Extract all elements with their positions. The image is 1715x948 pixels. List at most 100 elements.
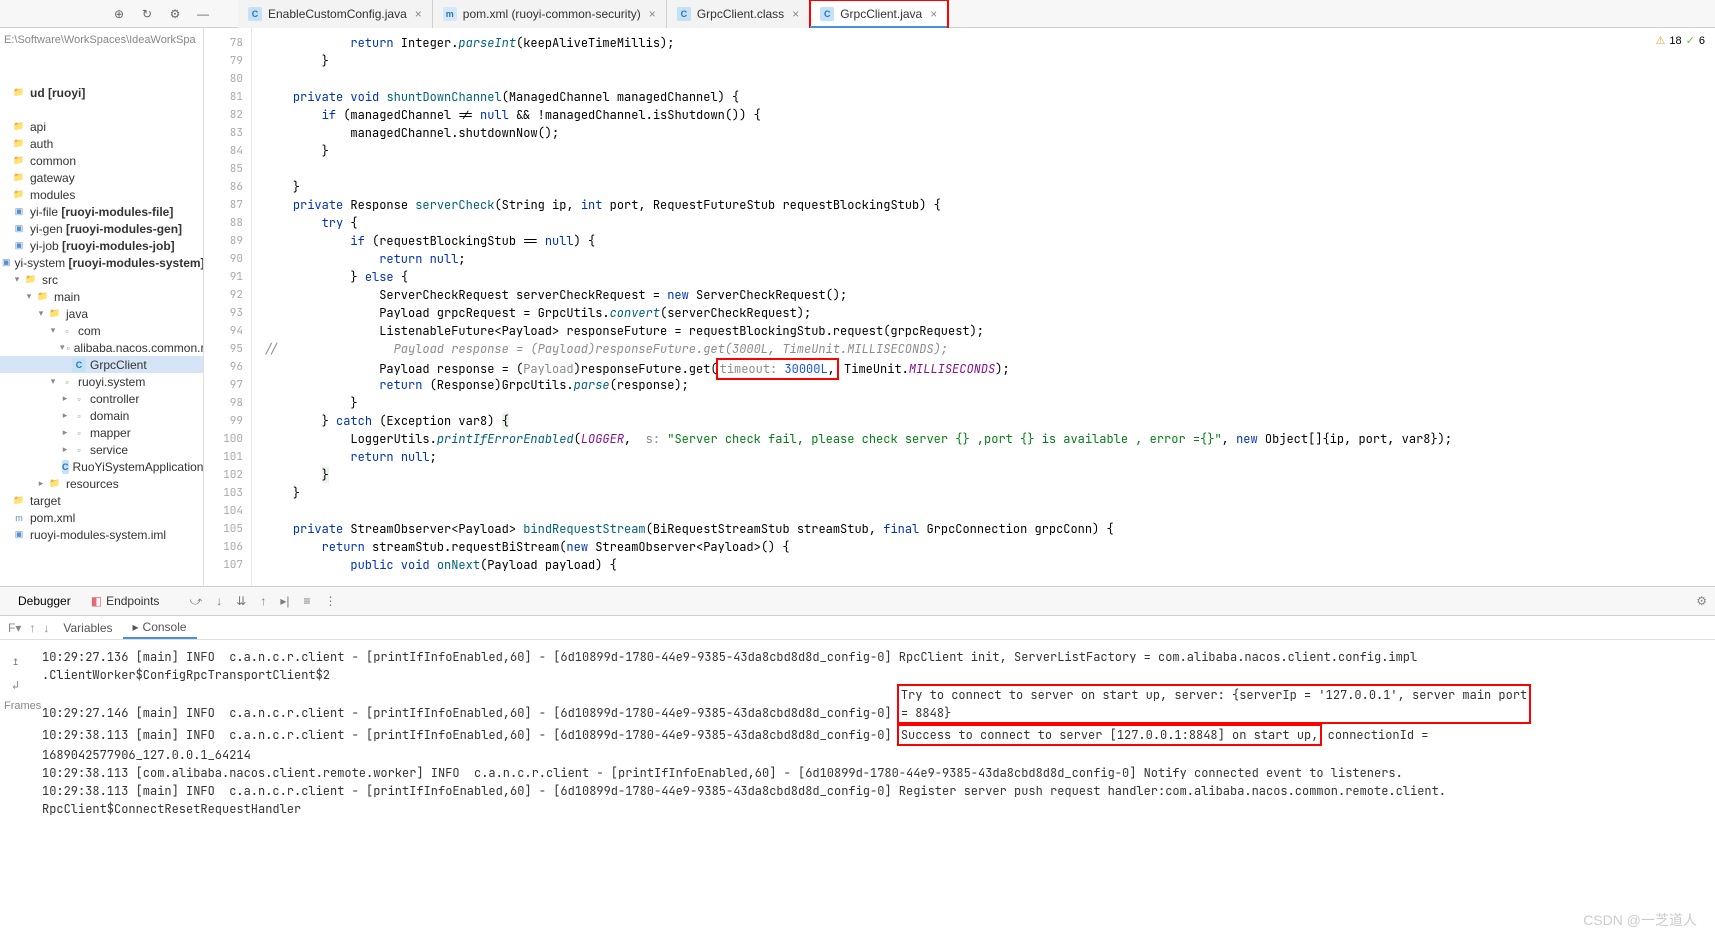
tree-row[interactable] — [0, 101, 203, 118]
code-line[interactable] — [264, 70, 1715, 88]
frames-dropdown[interactable]: F ▾ — [4, 616, 25, 639]
step-out-icon[interactable]: ↑ — [260, 594, 266, 609]
code-line[interactable]: private void shuntDownChannel(ManagedCha… — [264, 88, 1715, 106]
tree-row[interactable]: 📁auth — [0, 135, 203, 152]
tree-row[interactable]: 📁modules — [0, 186, 203, 203]
expand-icon[interactable]: ▸ — [36, 478, 46, 489]
run-to-cursor-icon[interactable]: ▸| — [280, 594, 289, 609]
console-output[interactable]: ↥ ↲ 10:29:27.136 [main] INFO c.a.n.c.r.c… — [0, 640, 1715, 826]
code-line[interactable]: // Payload response = (Payload)responseF… — [264, 340, 1715, 358]
line-number[interactable]: 102 — [204, 466, 251, 484]
code-line[interactable]: } — [264, 484, 1715, 502]
close-icon[interactable]: × — [649, 7, 656, 21]
tree-row[interactable]: ▣yi-gen [ruoyi-modules-gen] — [0, 220, 203, 237]
line-number[interactable]: 80 — [204, 70, 251, 88]
tree-row[interactable]: ▾📁java — [0, 305, 203, 322]
expand-icon[interactable]: ▸ — [60, 444, 70, 455]
step-into-icon[interactable]: ↓ — [216, 594, 222, 609]
code-line[interactable]: } — [264, 178, 1715, 196]
gear-icon[interactable]: ⚙ — [166, 5, 184, 23]
soft-wrap-icon[interactable]: ↲ — [12, 676, 42, 694]
expand-icon[interactable]: ▸ — [60, 410, 70, 421]
line-number[interactable]: 100 — [204, 430, 251, 448]
tree-row[interactable]: CRuoYiSystemApplication — [0, 458, 203, 475]
line-number[interactable]: 106 — [204, 538, 251, 556]
refresh-icon[interactable]: ↻ — [138, 5, 156, 23]
tree-row[interactable]: 📁common — [0, 152, 203, 169]
code-line[interactable]: LoggerUtils.printIfErrorEnabled(LOGGER, … — [264, 430, 1715, 448]
variables-subtab[interactable]: Variables — [53, 616, 122, 639]
line-number[interactable]: 91 — [204, 268, 251, 286]
code-line[interactable]: } — [264, 52, 1715, 70]
line-number[interactable]: 87 — [204, 196, 251, 214]
tree-row[interactable]: ▸▫domain — [0, 407, 203, 424]
code-line[interactable]: } — [264, 466, 1715, 484]
line-number[interactable]: 95 — [204, 340, 251, 358]
editor-tab[interactable]: CEnableCustomConfig.java× — [238, 0, 433, 28]
tree-row[interactable]: ▾📁main — [0, 288, 203, 305]
close-icon[interactable]: × — [415, 7, 422, 21]
line-number[interactable]: 81 — [204, 88, 251, 106]
code-line[interactable]: return (Response)GrpcUtils.parse(respons… — [264, 376, 1715, 394]
step-over-icon[interactable]: ⤻ — [189, 594, 202, 609]
line-number[interactable]: 89 — [204, 232, 251, 250]
code-line[interactable]: if (managedChannel != null && !managedCh… — [264, 106, 1715, 124]
more-icon[interactable]: ⋮ — [324, 594, 336, 609]
expand-icon[interactable]: ▾ — [36, 308, 46, 319]
line-number[interactable]: 105 — [204, 520, 251, 538]
line-number[interactable]: 101 — [204, 448, 251, 466]
tree-row[interactable]: ▾▫alibaba.nacos.common.remo — [0, 339, 203, 356]
close-icon[interactable]: × — [930, 7, 937, 21]
code-line[interactable]: ServerCheckRequest serverCheckRequest = … — [264, 286, 1715, 304]
line-number[interactable]: 98 — [204, 394, 251, 412]
step-into-force-icon[interactable]: ⇊ — [236, 594, 246, 609]
line-number[interactable]: 93 — [204, 304, 251, 322]
tree-row[interactable]: ▣yi-system [ruoyi-modules-system] — [0, 254, 203, 271]
prev-frame-icon[interactable]: ↑ — [25, 616, 39, 639]
editor-tab[interactable]: mpom.xml (ruoyi-common-security)× — [433, 0, 667, 28]
line-number[interactable]: 86 — [204, 178, 251, 196]
code-line[interactable]: private Response serverCheck(String ip, … — [264, 196, 1715, 214]
code-line[interactable]: try { — [264, 214, 1715, 232]
line-number[interactable]: 79 — [204, 52, 251, 70]
expand-icon[interactable]: ▾ — [24, 291, 34, 302]
expand-icon[interactable]: ▸ — [60, 393, 70, 404]
tree-row[interactable]: ▾▫com — [0, 322, 203, 339]
line-number[interactable]: 82 — [204, 106, 251, 124]
warning-icon[interactable]: ⚠ — [1656, 34, 1666, 47]
tree-row[interactable]: ▾📁src — [0, 271, 203, 288]
code-line[interactable] — [264, 160, 1715, 178]
tree-row[interactable]: 📁api — [0, 118, 203, 135]
line-number[interactable]: 99 — [204, 412, 251, 430]
code-line[interactable]: } catch (Exception var8) { — [264, 412, 1715, 430]
line-number[interactable]: 103 — [204, 484, 251, 502]
code-line[interactable]: public void onNext(Payload payload) { — [264, 556, 1715, 574]
code-line[interactable]: } — [264, 394, 1715, 412]
tree-row[interactable]: ▸▫controller — [0, 390, 203, 407]
tree-row[interactable]: ▣yi-job [ruoyi-modules-job] — [0, 237, 203, 254]
line-number[interactable]: 104 — [204, 502, 251, 520]
tree-row[interactable]: 📁ud [ruoyi] — [0, 84, 203, 101]
debugger-tab[interactable]: Debugger — [8, 587, 81, 615]
code-line[interactable]: return streamStub.requestBiStream(new St… — [264, 538, 1715, 556]
tree-row[interactable]: 📁target — [0, 492, 203, 509]
scroll-top-icon[interactable]: ↥ — [12, 652, 42, 670]
code-editor[interactable]: 7879808182838485868788899091929394959697… — [204, 28, 1715, 586]
line-number[interactable]: 92 — [204, 286, 251, 304]
tree-row[interactable]: ▸▫mapper — [0, 424, 203, 441]
line-number[interactable]: 96 — [204, 358, 251, 376]
evaluate-icon[interactable]: ≡ — [303, 594, 310, 609]
endpoints-tab[interactable]: ◧ Endpoints — [81, 587, 170, 615]
tree-row[interactable]: 📁gateway — [0, 169, 203, 186]
editor-tab[interactable]: CGrpcClient.java× — [810, 0, 948, 28]
debugger-settings-icon[interactable]: ⚙ — [1696, 594, 1707, 608]
line-number[interactable]: 83 — [204, 124, 251, 142]
code-line[interactable]: if (requestBlockingStub == null) { — [264, 232, 1715, 250]
code-line[interactable]: Payload response = (Payload)responseFutu… — [264, 358, 1715, 376]
next-frame-icon[interactable]: ↓ — [39, 616, 53, 639]
tree-row[interactable]: ▸📁resources — [0, 475, 203, 492]
code-line[interactable] — [264, 502, 1715, 520]
line-number[interactable]: 78 — [204, 34, 251, 52]
tree-row[interactable]: ▣ruoyi-modules-system.iml — [0, 526, 203, 543]
tree-row[interactable]: ▣yi-file [ruoyi-modules-file] — [0, 203, 203, 220]
